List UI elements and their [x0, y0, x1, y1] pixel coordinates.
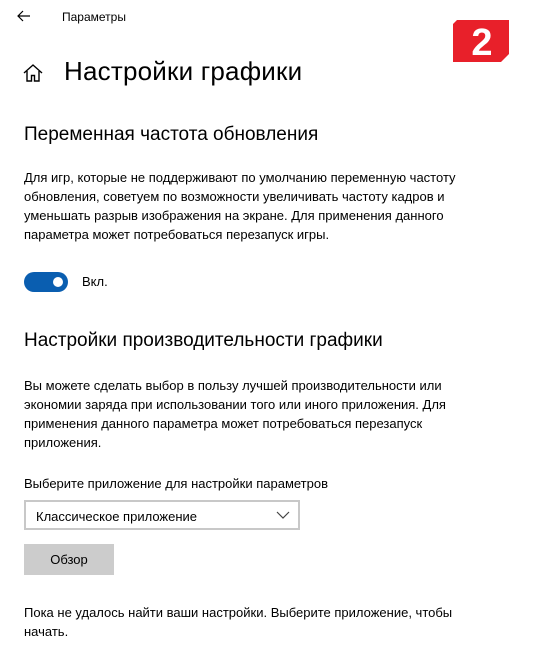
- vrr-heading: Переменная частота обновления: [24, 124, 319, 145]
- home-icon[interactable]: [22, 62, 44, 84]
- page-title: Настройки графики: [64, 56, 303, 86]
- arrow-left-icon: [17, 10, 30, 22]
- back-button[interactable]: [14, 6, 34, 26]
- badge-text: 2: [471, 22, 492, 62]
- settings-page: Параметры 2 Настройки графики Переменная…: [0, 0, 536, 654]
- chevron-down-icon: [276, 511, 290, 519]
- perf-heading: Настройки производительности графики: [24, 330, 383, 351]
- number-badge: 2: [453, 20, 509, 62]
- app-title: Параметры: [62, 10, 126, 24]
- vrr-toggle-label: Вкл.: [82, 274, 108, 289]
- app-select-label: Выберите приложение для настройки параме…: [24, 476, 328, 491]
- browse-button[interactable]: Обзор: [24, 544, 114, 575]
- app-type-dropdown[interactable]: Классическое приложение: [24, 500, 300, 530]
- status-text: Пока не удалось найти ваши настройки. Вы…: [24, 605, 453, 639]
- app-type-value: Классическое приложение: [36, 509, 198, 524]
- perf-description: Вы можете сделать выбор в пользу лучшей …: [24, 378, 446, 450]
- vrr-toggle[interactable]: [24, 272, 68, 292]
- vrr-description: Для игр, которые не поддерживают по умол…: [24, 170, 456, 242]
- toggle-knob: [53, 277, 63, 287]
